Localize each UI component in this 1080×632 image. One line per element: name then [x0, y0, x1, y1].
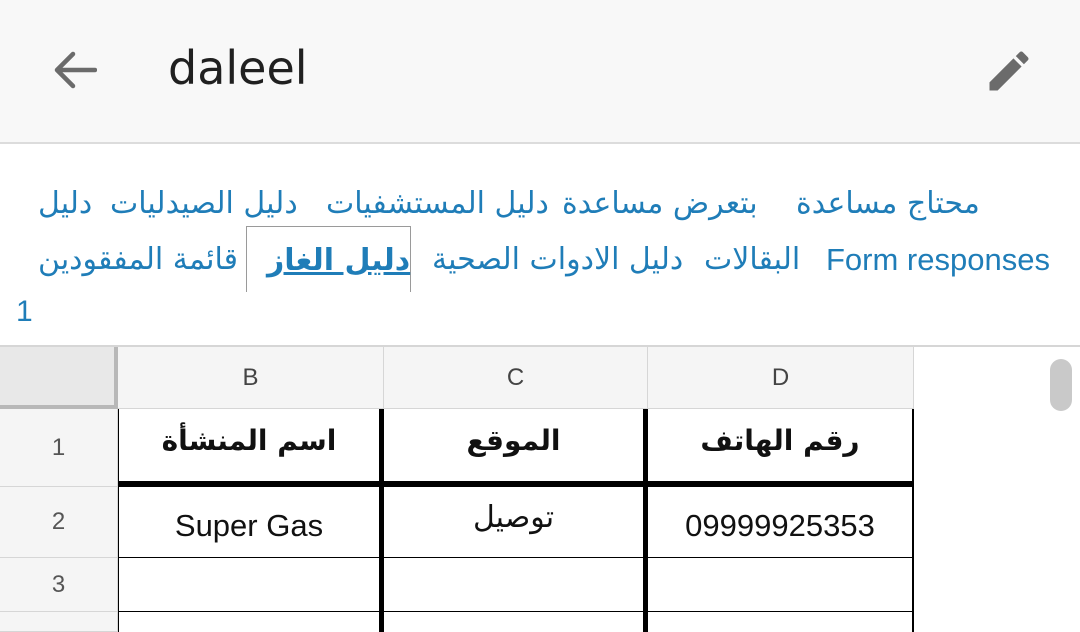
tab-groceries[interactable]: البقالات [704, 240, 800, 280]
tab-offer-help[interactable]: بتعرض مساعدة [562, 184, 758, 224]
cell-d1[interactable]: رقم الهاتف [648, 409, 914, 487]
spreadsheet-title[interactable]: daleel [168, 36, 308, 100]
cell-d3[interactable] [648, 558, 914, 612]
tab-pharmacies[interactable]: دليل الصيدليات [110, 184, 298, 224]
cell-b3[interactable] [118, 558, 384, 612]
tab-gas-guide[interactable]: دليل الغاز [246, 226, 411, 292]
column-header-c[interactable]: C [384, 347, 648, 409]
spreadsheet-grid: B C D 1 2 3 اسم المنشأة الموقع رقم الهات… [0, 345, 1080, 632]
row-header-1[interactable]: 1 [0, 409, 118, 487]
row-header-4[interactable] [0, 612, 118, 632]
cell-b4[interactable] [118, 612, 384, 632]
row-header-2[interactable]: 2 [0, 487, 118, 558]
cell-d4[interactable] [648, 612, 914, 632]
cell-c1[interactable]: الموقع [384, 409, 648, 487]
back-button[interactable] [44, 40, 104, 100]
cell-c2[interactable]: توصيل [384, 487, 648, 558]
tab-guide[interactable]: دليل [38, 184, 92, 224]
sheet-tabs: محتاج مساعدة بتعرض مساعدة دليل المستشفيا… [0, 144, 1080, 344]
vertical-scrollbar-thumb[interactable] [1050, 359, 1072, 411]
arrow-back-icon [54, 51, 97, 89]
pencil-icon [989, 51, 1029, 91]
column-header-b[interactable]: B [118, 347, 384, 409]
tab-hospitals[interactable]: دليل المستشفيات [326, 184, 549, 224]
cell-c3[interactable] [384, 558, 648, 612]
cell-b2[interactable]: Super Gas [118, 487, 384, 558]
tab-form-responses[interactable]: Form responses [826, 240, 1050, 280]
column-header-d[interactable]: D [648, 347, 914, 409]
tab-missing-persons[interactable]: قائمة المفقودين [38, 240, 238, 280]
cell-b1[interactable]: اسم المنشأة [118, 409, 384, 487]
tab-need-help[interactable]: محتاج مساعدة [796, 184, 980, 224]
tab-medical-tools[interactable]: دليل الادوات الصحية [432, 240, 683, 280]
app-bar: daleel [0, 0, 1080, 144]
cell-c4[interactable] [384, 612, 648, 632]
row-header-3[interactable]: 3 [0, 558, 118, 612]
cell-d2[interactable]: 09999925353 [648, 487, 914, 558]
tab-sheet-1[interactable]: 1 [16, 292, 33, 332]
edit-button[interactable] [976, 38, 1042, 104]
select-all-corner[interactable] [0, 347, 118, 409]
